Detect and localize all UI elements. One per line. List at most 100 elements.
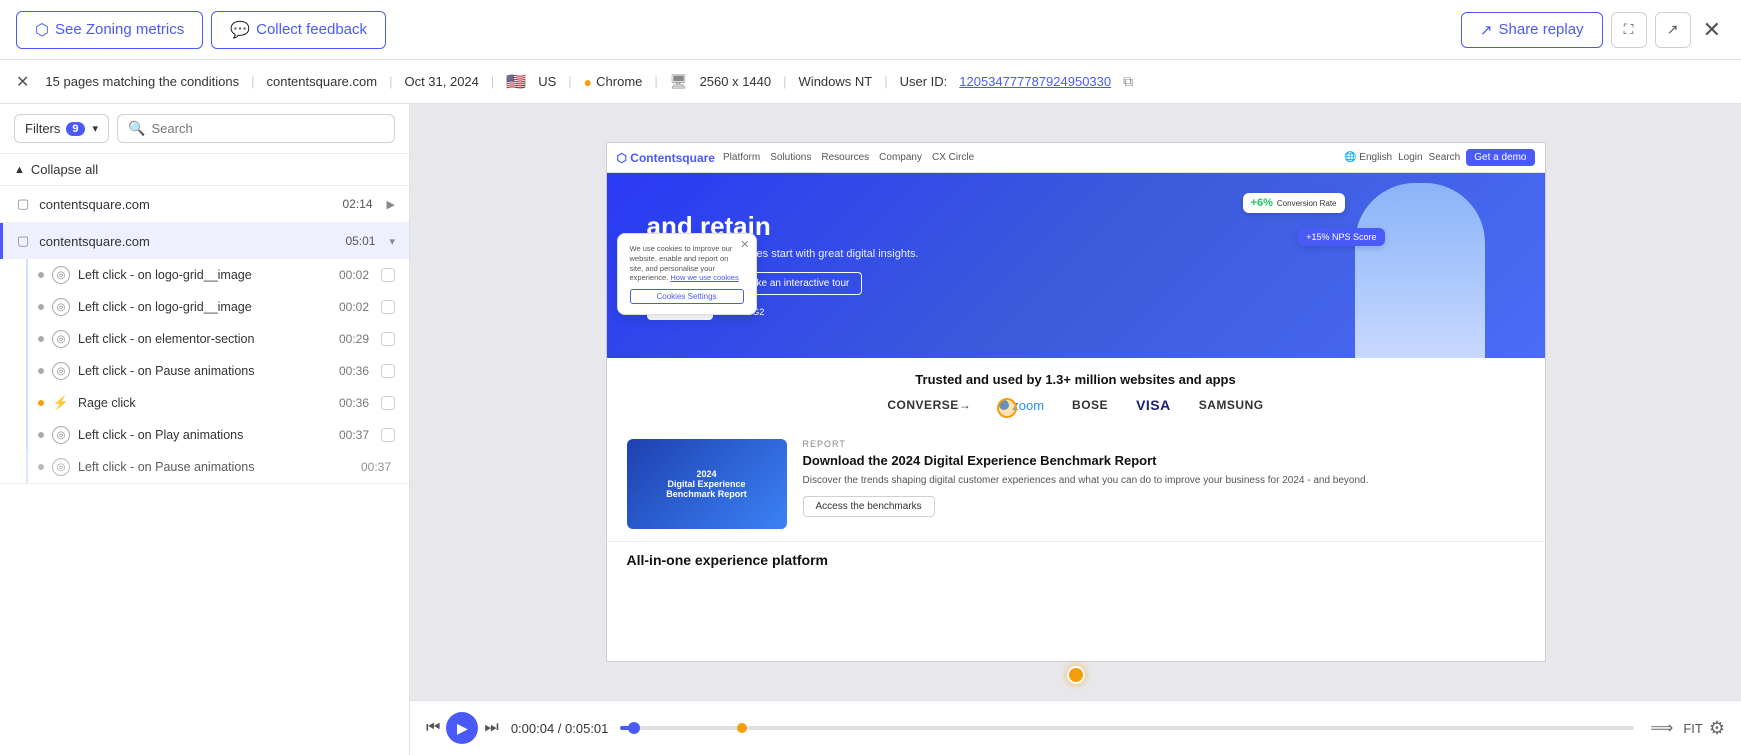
session-time-1: 02:14 — [343, 197, 373, 211]
video-viewport: ⬡ Contentsquare Platform Solutions Resou… — [410, 104, 1741, 700]
search-input[interactable] — [151, 121, 384, 136]
replay-nav-logo: ⬡ Contentsquare — [617, 151, 715, 165]
hero-conversion-badge: +6% Conversion Rate — [1243, 193, 1345, 213]
event-label-6: Left click - on Play animations — [78, 428, 331, 442]
previous-button[interactable]: ⏮ — [426, 719, 440, 737]
feedback-icon: 💬 — [230, 20, 250, 40]
user-id-label: User ID: — [900, 74, 948, 89]
user-id-link[interactable]: 120534777787924950330 — [959, 74, 1111, 89]
event-checkbox-3[interactable] — [381, 332, 395, 346]
filters-count: 9 — [66, 122, 84, 136]
country-text: US — [538, 74, 556, 89]
next-button[interactable]: ⏭ — [484, 719, 498, 737]
rage-click-label: Rage click — [78, 396, 331, 410]
separator-3: | — [491, 74, 494, 89]
collapse-all-row[interactable]: ▲ Collapse all — [0, 154, 409, 186]
right-area: ⬡ Contentsquare Platform Solutions Resou… — [410, 104, 1741, 755]
search-icon: 🔍 — [128, 120, 145, 137]
filter-row: Filters 9 ▾ 🔍 — [0, 104, 409, 154]
separator-1: | — [251, 74, 254, 89]
flag-icon: 🇺🇸 — [506, 72, 526, 92]
fit-label: FIT — [1683, 721, 1703, 736]
browser-text: Chrome — [596, 74, 642, 89]
session-group-2: ▢ contentsquare.com 05:01 ▾ ◎ Left click… — [0, 223, 409, 484]
report-img-label: 2024Digital ExperienceBenchmark Report — [660, 463, 753, 505]
os-text: Windows NT — [799, 74, 873, 89]
event-checkbox-1[interactable] — [381, 268, 395, 282]
event-label-7: Left click - on Pause animations — [78, 460, 353, 474]
event-label-4: Left click - on Pause animations — [78, 364, 331, 378]
event-dot-4 — [38, 368, 44, 374]
event-checkbox-2[interactable] — [381, 300, 395, 314]
event-checkbox-6[interactable] — [381, 428, 395, 442]
click-marker — [997, 398, 1017, 418]
browser-icon: ● — [584, 74, 592, 90]
replay-trusted: Trusted and used by 1.3+ million website… — [607, 358, 1545, 427]
share-replay-label: Share replay — [1499, 21, 1584, 38]
cookie-link[interactable]: How we use cookies — [670, 273, 738, 282]
cookie-settings-button[interactable]: Cookies Settings — [630, 289, 744, 304]
event-dot-1 — [38, 272, 44, 278]
events-list: ◎ Left click - on logo-grid__image 00:02… — [0, 259, 409, 483]
event-item: ◎ Left click - on logo-grid__image 00:02 — [26, 259, 409, 291]
external-link-button[interactable]: ↗ — [1655, 12, 1691, 48]
replay-all-in-one: All-in-one experience platform — [607, 541, 1545, 578]
report-tag: REPORT — [803, 439, 1525, 449]
session-time-2: 05:01 — [345, 234, 375, 248]
samsung-logo: SAMSUNG — [1199, 398, 1264, 412]
rage-icon: ⚡ — [52, 394, 70, 412]
progress-track[interactable] — [620, 726, 1634, 730]
report-title: Download the 2024 Digital Experience Ben… — [803, 453, 1525, 470]
event-checkbox-5[interactable] — [381, 396, 395, 410]
event-time-4: 00:36 — [339, 364, 369, 378]
session-header-2[interactable]: ▢ contentsquare.com 05:01 ▾ — [0, 223, 409, 259]
meta-close-button[interactable]: ✕ — [16, 72, 29, 92]
playback-right-controls: ⟹ FIT ⚙ — [1646, 714, 1725, 742]
event-dot-6 — [38, 432, 44, 438]
speed-button[interactable]: ⟹ — [1646, 714, 1677, 742]
report-content: REPORT Download the 2024 Digital Experie… — [803, 439, 1525, 517]
replay-report-section: 2024Digital ExperienceBenchmark Report R… — [607, 427, 1545, 541]
get-demo-button[interactable]: Get a demo — [1466, 149, 1534, 166]
filters-button[interactable]: Filters 9 ▾ — [14, 114, 109, 143]
settings-button[interactable]: ⚙ — [1709, 718, 1725, 739]
collect-feedback-button[interactable]: 💬 Collect feedback — [211, 11, 386, 49]
external-link-icon: ↗ — [1667, 21, 1679, 38]
report-cta-button[interactable]: Access the benchmarks — [803, 496, 935, 517]
close-button[interactable]: ✕ — [1699, 13, 1725, 47]
hero-person-image — [1355, 183, 1485, 358]
trusted-title: Trusted and used by 1.3+ million website… — [627, 372, 1525, 387]
session-header-1[interactable]: ▢ contentsquare.com 02:14 ▶ — [0, 186, 409, 222]
time-display: 0:00:04 / 0:05:01 — [511, 721, 609, 736]
event-checkbox-4[interactable] — [381, 364, 395, 378]
top-bar-right: ↗ Share replay ⛶ ↗ ✕ — [1461, 12, 1725, 48]
domain-text: contentsquare.com — [266, 74, 377, 89]
separator-6: | — [783, 74, 786, 89]
collapse-all-label: Collapse all — [31, 162, 98, 177]
click-icon-4: ◎ — [52, 362, 70, 380]
play-button[interactable]: ▶ — [446, 712, 478, 744]
copy-icon[interactable]: ⧉ — [1123, 73, 1133, 90]
share-replay-button[interactable]: ↗ Share replay — [1461, 12, 1603, 48]
pages-matching-text: 15 pages matching the conditions — [45, 74, 239, 89]
replay-screen: ⬡ Contentsquare Platform Solutions Resou… — [606, 142, 1546, 662]
session-group-1: ▢ contentsquare.com 02:14 ▶ — [0, 186, 409, 223]
replay-nav-links: Platform Solutions Resources Company CX … — [723, 152, 974, 163]
all-in-one-title: All-in-one experience platform — [627, 552, 1525, 568]
conversion-label: Conversion Rate — [1277, 199, 1337, 208]
zoning-metrics-button[interactable]: ⬡ See Zoning metrics — [16, 11, 203, 49]
plus-icon: +6% — [1251, 197, 1273, 209]
cookie-close-button[interactable]: ✕ — [740, 238, 749, 251]
report-image: 2024Digital ExperienceBenchmark Report — [627, 439, 787, 529]
separator-2: | — [389, 74, 392, 89]
event-dot-5 — [38, 400, 44, 406]
expand-icon-button[interactable]: ⛶ — [1611, 12, 1647, 48]
event-time-3: 00:29 — [339, 332, 369, 346]
chevron-down-icon: ▾ — [93, 122, 99, 135]
session-icon-2: ▢ — [17, 233, 29, 249]
rage-click-time: 00:36 — [339, 396, 369, 410]
separator-4: | — [568, 74, 571, 89]
progress-thumb[interactable] — [628, 722, 640, 734]
event-item: ◎ Left click - on logo-grid__image 00:02 — [26, 291, 409, 323]
filters-label: Filters — [25, 121, 60, 136]
